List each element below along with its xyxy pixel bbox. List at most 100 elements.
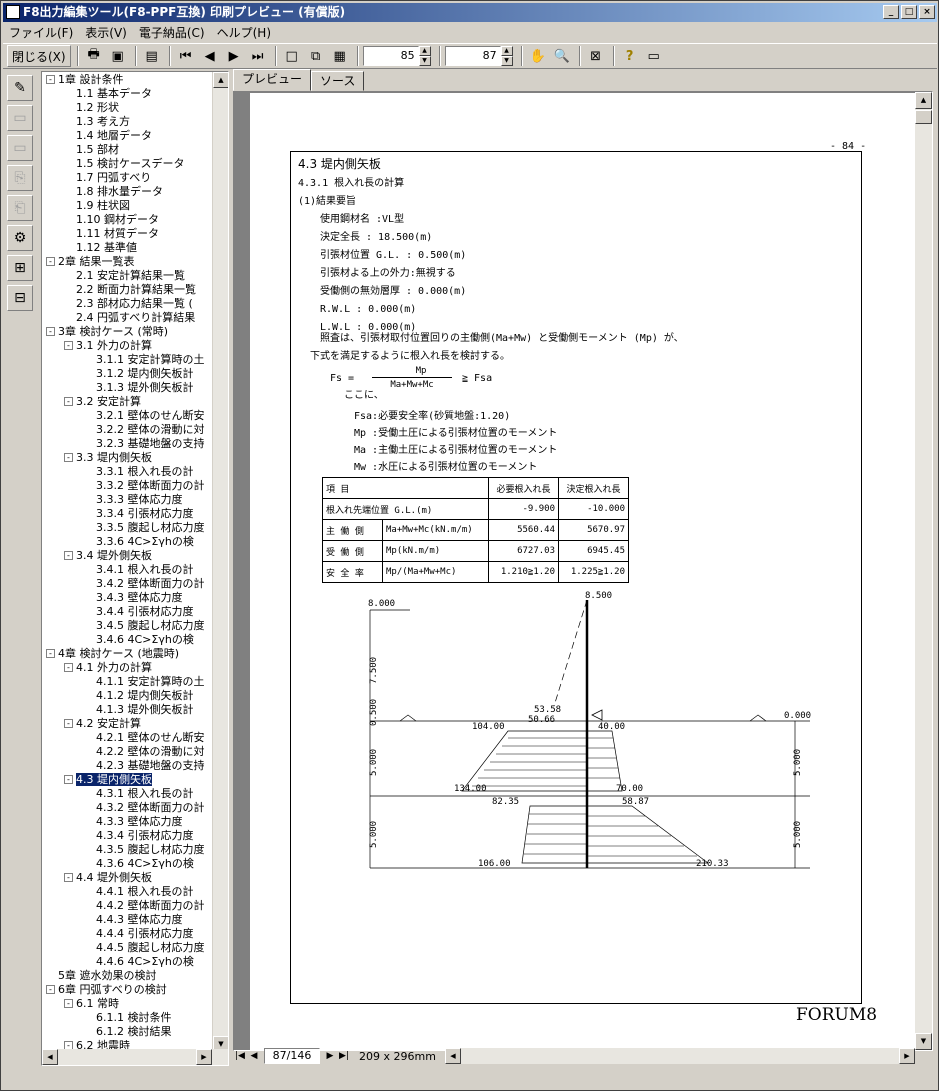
menu-file[interactable]: ファイル(F): [3, 24, 79, 41]
prev-page-icon[interactable]: ◀: [199, 45, 221, 67]
minimize-button[interactable]: _: [883, 5, 899, 19]
tree-item[interactable]: 1.12 基準値: [64, 241, 137, 255]
last-page-icon[interactable]: ⏭: [247, 45, 269, 67]
edit-c-icon[interactable]: ⎘: [7, 165, 33, 191]
tree-item[interactable]: 4.4.6 4C>Σγhの検: [84, 955, 194, 969]
collapse-toggle-icon[interactable]: -: [64, 999, 73, 1008]
tree-item[interactable]: -3.3 堤内側矢板: [64, 451, 152, 465]
tree-item[interactable]: 3.3.2 壁体断面力の計: [84, 479, 205, 493]
help-icon[interactable]: ?: [619, 45, 641, 67]
tree-item[interactable]: 3.1.2 堤内側矢板計: [84, 367, 194, 381]
tree-item[interactable]: 1.5 検討ケースデータ: [64, 157, 184, 171]
tree-item[interactable]: 2.4 円弧すべり計算結果: [64, 311, 195, 325]
tree-item[interactable]: 3.4.5 腹起し材応力度: [84, 619, 205, 633]
preview-vertical-scrollbar[interactable]: ▲ ▼: [915, 92, 932, 1050]
close-button[interactable]: ×: [919, 5, 935, 19]
tree-expand-icon[interactable]: ⊞: [7, 255, 33, 281]
tree-item[interactable]: -3.1 外力の計算: [64, 339, 152, 353]
tree-item[interactable]: -3.4 堤外側矢板: [64, 549, 152, 563]
tree-item[interactable]: -4.1 外力の計算: [64, 661, 152, 675]
collapse-toggle-icon[interactable]: -: [64, 341, 73, 350]
tree-item[interactable]: 4.2.2 壁体の滑動に対: [84, 745, 205, 759]
tree-item[interactable]: -3章 検討ケース (常時): [46, 325, 168, 339]
tree-item[interactable]: 1.4 地層データ: [64, 129, 152, 143]
page-setup-icon[interactable]: ▤: [141, 45, 163, 67]
tab-source[interactable]: ソース: [311, 71, 365, 91]
pen-icon[interactable]: ✎: [7, 75, 33, 101]
spin-up-icon[interactable]: ▲: [418, 46, 431, 56]
preview-horizontal-scrollbar[interactable]: ◀ ▶: [445, 1048, 915, 1064]
tree-item[interactable]: 3.3.6 4C>Σγhの検: [84, 535, 194, 549]
preview-area[interactable]: - 84 - 4.3 堤内側矢板 4.3.1 根入れ長の計算 (1)結果要旨 使…: [233, 91, 933, 1051]
tree-item[interactable]: 4.3.2 壁体断面力の計: [84, 801, 205, 815]
scroll-up-icon[interactable]: ▲: [213, 72, 228, 88]
tree-item[interactable]: -4.3 堤内側矢板: [64, 773, 152, 787]
scroll-left-icon[interactable]: ◀: [42, 1049, 58, 1065]
tree-item[interactable]: 3.2.2 壁体の滑動に対: [84, 423, 205, 437]
menu-help[interactable]: ヘルプ(H): [211, 24, 277, 41]
tree-item[interactable]: 1.3 考え方: [64, 115, 130, 129]
tree-item[interactable]: 3.1.3 堤外側矢板計: [84, 381, 194, 395]
tree-item[interactable]: -6.1 常時: [64, 997, 119, 1011]
first-page-icon[interactable]: |◀: [233, 1051, 247, 1061]
tree-horizontal-scrollbar[interactable]: ◀ ▶: [42, 1049, 228, 1065]
tree-item[interactable]: -4.2 安定計算: [64, 717, 141, 731]
zoom-spinner-b[interactable]: 87 ▲ ▼: [444, 46, 513, 66]
tree-item[interactable]: 3.4.3 壁体応力度: [84, 591, 183, 605]
tree-item[interactable]: 4.2.3 基礎地盤の支持: [84, 759, 205, 773]
page-indicator[interactable]: 87/146: [264, 1048, 320, 1064]
tree-item[interactable]: 3.4.2 壁体断面力の計: [84, 577, 205, 591]
tree-item[interactable]: 3.3.3 壁体応力度: [84, 493, 183, 507]
close-preview-button[interactable]: 閉じる(X): [7, 45, 71, 67]
tree-item[interactable]: 1.2 形状: [64, 101, 119, 115]
tree-item[interactable]: -4章 検討ケース (地震時): [46, 647, 179, 661]
tree-item[interactable]: 4.3.6 4C>Σγhの検: [84, 857, 194, 871]
tree-item[interactable]: 4.3.3 壁体応力度: [84, 815, 183, 829]
tree-item[interactable]: -4.4 堤外側矢板: [64, 871, 152, 885]
single-page-icon[interactable]: □: [281, 45, 303, 67]
hand-icon[interactable]: ✋: [527, 45, 549, 67]
spin-down-icon[interactable]: ▼: [500, 56, 513, 66]
tree-item[interactable]: 1.9 柱状図: [64, 199, 130, 213]
collapse-toggle-icon[interactable]: -: [46, 257, 55, 266]
zoom-value-a[interactable]: 85: [362, 46, 419, 66]
menu-electronic-delivery[interactable]: 電子納品(C): [133, 24, 211, 41]
collapse-toggle-icon[interactable]: -: [64, 397, 73, 406]
settings-icon[interactable]: ⚙: [7, 225, 33, 251]
tree-item[interactable]: 4.3.1 根入れ長の計: [84, 787, 194, 801]
collapse-toggle-icon[interactable]: -: [46, 327, 55, 336]
last-page-icon[interactable]: ▶|: [337, 1051, 351, 1061]
tab-preview[interactable]: プレビュー: [233, 69, 312, 91]
tree-item[interactable]: 4.4.4 引張材応力度: [84, 927, 194, 941]
tree-item[interactable]: 3.3.5 腹起し材応力度: [84, 521, 205, 535]
two-page-icon[interactable]: ⧉: [305, 45, 327, 67]
next-page-icon[interactable]: ▶: [223, 45, 245, 67]
edit-d-icon[interactable]: ⎗: [7, 195, 33, 221]
collapse-toggle-icon[interactable]: -: [64, 551, 73, 560]
tree-item[interactable]: 3.3.4 引張材応力度: [84, 507, 194, 521]
collapse-toggle-icon[interactable]: -: [46, 985, 55, 994]
menu-view[interactable]: 表示(V): [79, 24, 133, 41]
zoom-value-b[interactable]: 87: [444, 46, 501, 66]
tree-item[interactable]: 5章 遮水効果の検討: [46, 969, 157, 983]
tree-item[interactable]: 2.2 断面力計算結果一覧: [64, 283, 196, 297]
tree-item[interactable]: 1.1 基本データ: [64, 87, 152, 101]
collapse-toggle-icon[interactable]: -: [64, 453, 73, 462]
maximize-button[interactable]: □: [901, 5, 917, 19]
tree-item[interactable]: 3.4.6 4C>Σγhの検: [84, 633, 194, 647]
prev-page-icon[interactable]: ◀: [247, 1051, 261, 1061]
collapse-toggle-icon[interactable]: -: [46, 75, 55, 84]
tree-item[interactable]: 2.3 部材応力結果一覧 (: [64, 297, 193, 311]
scroll-left-icon[interactable]: ◀: [445, 1048, 461, 1064]
next-page-icon[interactable]: ▶: [323, 1051, 337, 1061]
collapse-toggle-icon[interactable]: -: [64, 719, 73, 728]
tree-item[interactable]: 1.7 円弧すべり: [64, 171, 151, 185]
tree-item[interactable]: 3.3.1 根入れ長の計: [84, 465, 194, 479]
tree-item[interactable]: 1.11 材質データ: [64, 227, 159, 241]
fit-icon[interactable]: ⊠: [585, 45, 607, 67]
save-icon[interactable]: ▣: [107, 45, 129, 67]
first-page-icon[interactable]: ⏮: [175, 45, 197, 67]
tree-item[interactable]: 4.3.4 引張材応力度: [84, 829, 194, 843]
tree-item[interactable]: 3.4.4 引張材応力度: [84, 605, 194, 619]
tree-item[interactable]: 4.1.1 安定計算時の土: [84, 675, 205, 689]
